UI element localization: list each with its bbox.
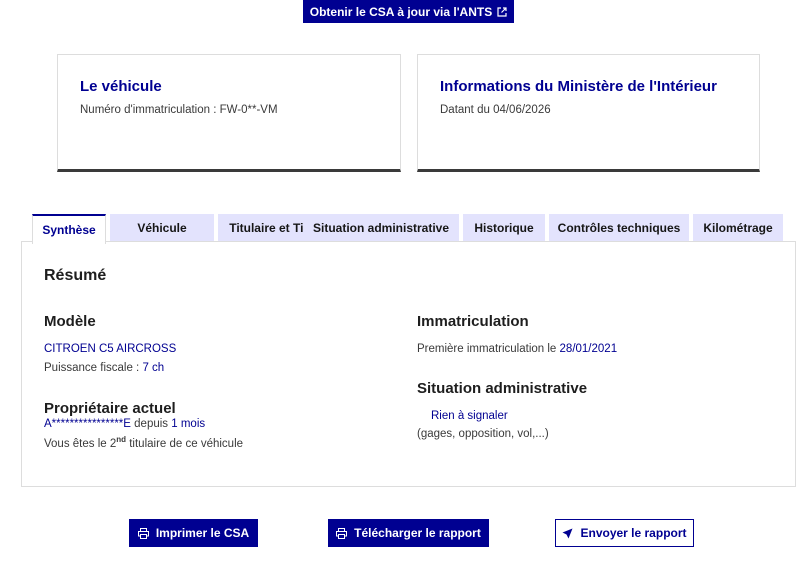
model-name: CITROEN C5 AIRCROSS [44,343,176,355]
print-csa-label: Imprimer le CSA [155,526,250,540]
synthese-panel: Résumé Modèle CITROEN C5 AIRCROSS Puissa… [21,241,796,487]
owner-rank-prefix: Vous êtes le 2 [44,438,117,450]
ministry-card: Informations du Ministère de l'Intérieur… [417,54,760,172]
send-icon [562,528,573,539]
download-report-button[interactable]: Télécharger le rapport [328,519,489,547]
tab-situation-administrative[interactable]: Situation administrative [303,214,459,242]
external-link-icon [497,6,507,17]
admin-status: Rien à signaler [431,410,508,422]
vehicle-card-title: Le véhicule [80,78,162,95]
first-registration-date: 28/01/2021 [559,343,618,355]
download-report-label: Télécharger le rapport [354,526,481,540]
fiscal-power-label: Puissance fiscale : [44,362,140,374]
fiscal-power: Puissance fiscale : 7 ch [44,362,164,374]
vehicle-card: Le véhicule Numéro d'immatriculation : F… [57,54,401,172]
owner-name: A****************E [44,418,131,430]
owner-rank-suffix: titulaire de ce véhicule [129,438,244,450]
model-title: Modèle [44,313,96,330]
owner-line: A****************E depuis 1 mois [44,418,205,430]
fiscal-power-value: 7 ch [142,362,165,374]
owner-rank: Vous êtes le 2nd titulaire de ce véhicul… [44,435,243,450]
owner-rank-sup: nd [116,435,127,444]
admin-situation-title: Situation administrative [417,380,588,397]
tab-label: Synthèse [42,223,96,237]
tab-vehicule[interactable]: Véhicule [110,214,214,242]
owner-since-value: 1 mois [171,418,206,430]
ants-csa-button[interactable]: Obtenir le CSA à jour via l'ANTS [303,0,514,23]
send-report-button[interactable]: Envoyer le rapport [555,519,694,547]
ants-csa-label: Obtenir le CSA à jour via l'ANTS [309,4,493,19]
tab-controles-techniques[interactable]: Contrôles techniques [549,214,689,242]
owner-since-label: depuis [134,418,169,430]
owner-title: Propriétaire actuel [44,400,176,417]
printer-icon [137,527,149,539]
admin-status-value: Rien à signaler [431,410,508,422]
tab-label: Véhicule [137,221,187,235]
tab-label: Kilométrage [703,221,773,235]
printer-icon [336,527,348,539]
model-name-value: CITROEN C5 AIRCROSS [44,343,177,355]
summary-title: Résumé [44,267,107,284]
print-csa-button[interactable]: Imprimer le CSA [129,519,258,547]
ministry-date-text: Datant du 04/06/2026 [440,104,551,116]
first-registration: Première immatriculation le 28/01/2021 [417,343,617,355]
send-report-label: Envoyer le rapport [580,526,687,540]
first-registration-label: Première immatriculation le [417,343,557,355]
admin-detail: (gages, opposition, vol,...) [417,428,549,440]
tab-label: Situation administrative [312,221,450,235]
tab-synthese[interactable]: Synthèse [32,214,106,244]
plate-number-text: Numéro d'immatriculation : FW-0**-VM [80,104,278,116]
ministry-card-title: Informations du Ministère de l'Intérieur [440,78,717,95]
registration-title: Immatriculation [417,313,529,330]
tab-label: Contrôles techniques [557,221,681,235]
tab-label: Historique [474,221,534,235]
tab-kilometrage[interactable]: Kilométrage [693,214,783,242]
tab-historique[interactable]: Historique [463,214,545,242]
